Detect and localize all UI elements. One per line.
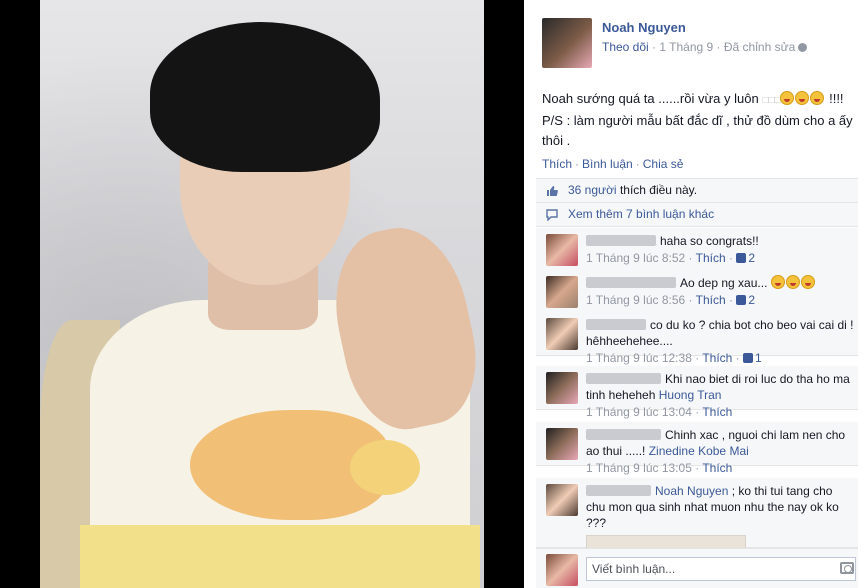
commenter-name-redacted[interactable] [586, 277, 676, 288]
post-actions: Thích · Bình luận · Chia sẻ [542, 157, 683, 171]
comment-meta: 1 Tháng 9 lúc 8:56 · Thích · 2 [586, 293, 756, 307]
more-comments-row[interactable]: Xem thêm 7 bình luận khác [536, 203, 858, 227]
comment-mention[interactable]: Zinedine Kobe Mai [649, 444, 749, 458]
thumbs-up-icon [547, 186, 558, 196]
photo-viewer-stage [0, 0, 524, 588]
share-button[interactable]: Chia sẻ [643, 157, 684, 171]
comment-body: Noah Nguyen ; ko thi tui tang cho chu mo… [586, 483, 854, 551]
comment-body: Chinh xac , nguoi chi lam nen cho ao thu… [586, 427, 854, 477]
comment-item: co du ko ? chia bot cho beo vai cai di !… [536, 312, 858, 365]
comment-mention[interactable]: Huong Tran [659, 388, 722, 402]
viewer-avatar [546, 554, 578, 586]
comment-time[interactable]: 1 Tháng 9 lúc 8:52 [586, 251, 685, 265]
likes-text: 36 người thích điều này. [568, 183, 697, 197]
photo-duck-print [350, 440, 420, 495]
commenter-name-redacted[interactable] [586, 373, 661, 384]
comment-time[interactable]: 1 Tháng 9 lúc 12:38 [586, 351, 692, 365]
comment-item: Chinh xac , nguoi chi lam nen cho ao thu… [536, 422, 858, 475]
comment-text: haha so congrats!! [660, 234, 759, 248]
comment-time[interactable]: 1 Tháng 9 lúc 13:05 [586, 461, 692, 475]
globe-icon[interactable] [798, 43, 808, 52]
comment-time[interactable]: 1 Tháng 9 lúc 13:04 [586, 405, 692, 419]
comment-button[interactable]: Bình luận [582, 157, 633, 171]
camera-icon[interactable] [840, 562, 854, 574]
commenter-avatar[interactable] [546, 372, 578, 404]
likes-row: 36 người thích điều này. [536, 179, 858, 203]
tongue-emoji-icon [795, 91, 810, 105]
post-text-line1-tail: !!!! [829, 91, 844, 106]
post-text: Noah sướng quá ta ......rồi vừa y luôn □… [542, 89, 862, 151]
meta-separator: · [713, 40, 724, 54]
photo-sidebar: Noah Nguyen Theo dõi · 1 Tháng 9 · Đã ch… [524, 0, 866, 588]
post-photo[interactable] [40, 0, 484, 588]
comment-like-count[interactable]: 1 [755, 351, 762, 365]
action-separator: · [635, 157, 640, 171]
comment-meta: 1 Tháng 9 lúc 12:38 · Thích · 1 [586, 351, 762, 365]
like-button[interactable]: Thích [542, 157, 572, 171]
likes-count-link[interactable]: 36 người [568, 183, 617, 197]
commenter-avatar[interactable] [546, 318, 578, 350]
comment-like-count[interactable]: 2 [748, 293, 755, 307]
commenter-name-redacted[interactable] [586, 235, 656, 246]
post-text-line1: Noah sướng quá ta ......rồi vừa y luôn [542, 91, 759, 106]
meta-separator: · [648, 40, 660, 54]
author-name[interactable]: Noah Nguyen [602, 20, 686, 35]
likes-suffix: thích điều này. [616, 183, 698, 197]
grin-emoji-icon [785, 275, 800, 289]
edited-label[interactable]: Đã chỉnh sửa [724, 40, 795, 54]
comment-meta: 1 Tháng 9 lúc 13:04 · Thích [586, 405, 733, 419]
comment-composer [536, 548, 858, 588]
comment-input[interactable] [586, 557, 856, 581]
comment-mention[interactable]: Noah Nguyen [655, 484, 728, 498]
comment-like-button[interactable]: Thích [696, 251, 726, 265]
action-separator: · [575, 157, 580, 171]
comment-time[interactable]: 1 Tháng 9 lúc 8:56 [586, 293, 685, 307]
comment-like-button[interactable]: Thích [702, 461, 732, 475]
photo-shirt-trim [80, 525, 480, 588]
grin-emoji-icon [770, 275, 785, 289]
comment-meta: 1 Tháng 9 lúc 8:52 · Thích · 2 [586, 251, 756, 265]
comment-item: Ao dep ng xau... 1 Tháng 9 lúc 8:56 · Th… [536, 270, 858, 314]
tongue-emoji-icon [810, 91, 825, 105]
follow-link[interactable]: Theo dõi [602, 40, 649, 54]
thumbs-up-icon [736, 295, 747, 305]
thumbs-up-icon [736, 253, 747, 263]
commenter-avatar[interactable] [546, 484, 578, 516]
author-avatar[interactable] [542, 18, 592, 68]
comment-text: Ao dep ng xau... [680, 276, 768, 290]
comment-item: haha so congrats!! 1 Tháng 9 lúc 8:52 · … [536, 228, 858, 272]
comment-meta: 1 Tháng 9 lúc 13:05 · Thích [586, 461, 733, 475]
comment-item: Noah Nguyen ; ko thi tui tang cho chu mo… [536, 478, 858, 551]
more-comments-link[interactable]: Xem thêm 7 bình luận khác [568, 207, 714, 221]
comment-like-count[interactable]: 2 [748, 251, 755, 265]
feedback-summary: 36 người thích điều này. Xem thêm 7 bình… [536, 178, 858, 227]
grin-emoji-icon [800, 275, 815, 289]
comment-like-button[interactable]: Thích [696, 293, 726, 307]
commenter-name-redacted[interactable] [586, 429, 661, 440]
commenter-name-redacted[interactable] [586, 319, 646, 330]
photo-hair [150, 22, 380, 172]
tongue-emoji-icon [780, 91, 795, 105]
comment-body: haha so congrats!! 1 Tháng 9 lúc 8:52 · … [586, 233, 854, 267]
commenter-avatar[interactable] [546, 234, 578, 266]
comment-body: co du ko ? chia bot cho beo vai cai di !… [586, 317, 854, 367]
missing-glyph-icon: □□□ [762, 95, 781, 106]
post-date[interactable]: 1 Tháng 9 [659, 40, 713, 54]
thumbs-up-icon [743, 353, 754, 363]
comment-bubble-icon [546, 209, 558, 221]
commenter-name-redacted[interactable] [586, 485, 651, 496]
post-meta: Theo dõi · 1 Tháng 9 · Đã chỉnh sửa [602, 40, 808, 54]
post-header: Noah Nguyen Theo dõi · 1 Tháng 9 · Đã ch… [542, 18, 852, 72]
comment-like-button[interactable]: Thích [702, 405, 732, 419]
comment-like-button[interactable]: Thích [702, 351, 732, 365]
post-text-line2: P/S : làm người mẫu bất đắc dĩ , thử đồ … [542, 113, 853, 148]
comment-body: Khi nao biet di roi luc do tha ho ma tin… [586, 371, 854, 421]
commenter-avatar[interactable] [546, 428, 578, 460]
comment-body: Ao dep ng xau... 1 Tháng 9 lúc 8:56 · Th… [586, 275, 854, 309]
commenter-avatar[interactable] [546, 276, 578, 308]
comment-item: Khi nao biet di roi luc do tha ho ma tin… [536, 366, 858, 419]
